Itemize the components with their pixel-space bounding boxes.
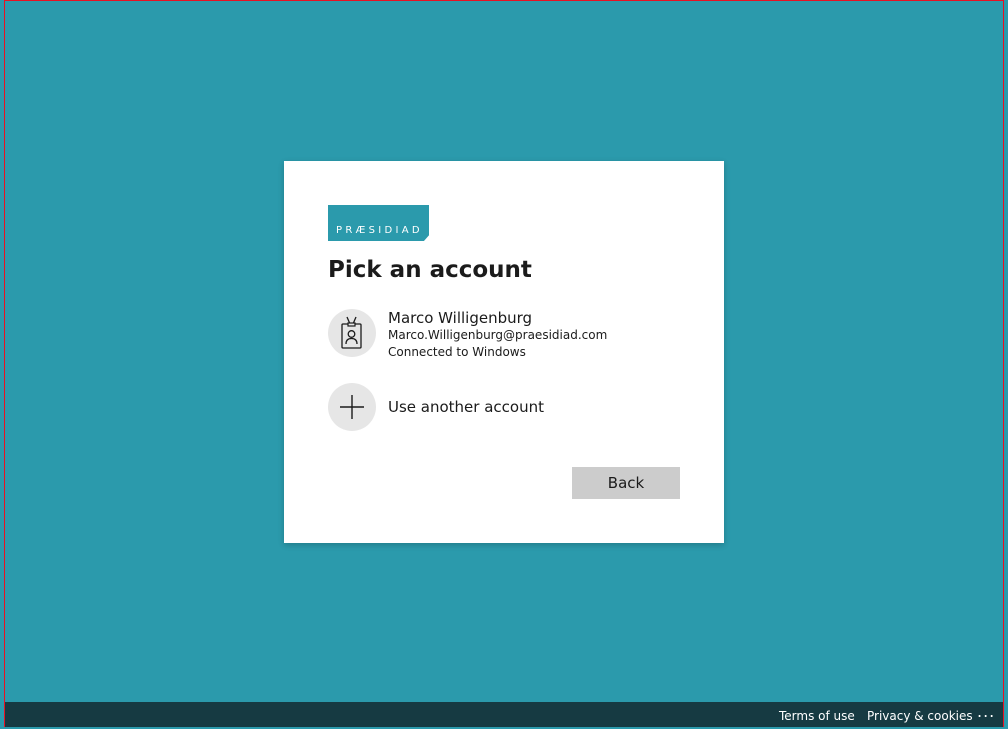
account-status: Connected to Windows (388, 345, 526, 359)
badge-person-icon (341, 316, 362, 349)
terms-of-use-link[interactable]: Terms of use (779, 709, 855, 723)
company-logo: PRÆSIDIAD (328, 205, 429, 241)
privacy-cookies-link[interactable]: Privacy & cookies (867, 709, 973, 723)
plus-icon (340, 395, 364, 419)
account-tile[interactable]: Marco Willigenburg Marco.Willigenburg@pr… (328, 309, 680, 361)
avatar (328, 383, 376, 431)
more-options-button[interactable]: ... (977, 702, 995, 721)
page-title: Pick an account (328, 257, 532, 283)
back-button[interactable]: Back (572, 467, 680, 499)
footer-bar: Terms of use Privacy & cookies ... (5, 702, 1003, 727)
use-another-account-label: Use another account (388, 398, 544, 416)
use-another-account-tile[interactable]: Use another account (328, 383, 680, 431)
account-email: Marco.Willigenburg@praesidiad.com (388, 328, 608, 342)
sign-in-dialog: PRÆSIDIAD Pick an account Marco Willigen… (284, 161, 724, 543)
account-name: Marco Willigenburg (388, 309, 533, 327)
avatar (328, 309, 376, 357)
logo-text: PRÆSIDIAD (336, 225, 423, 236)
